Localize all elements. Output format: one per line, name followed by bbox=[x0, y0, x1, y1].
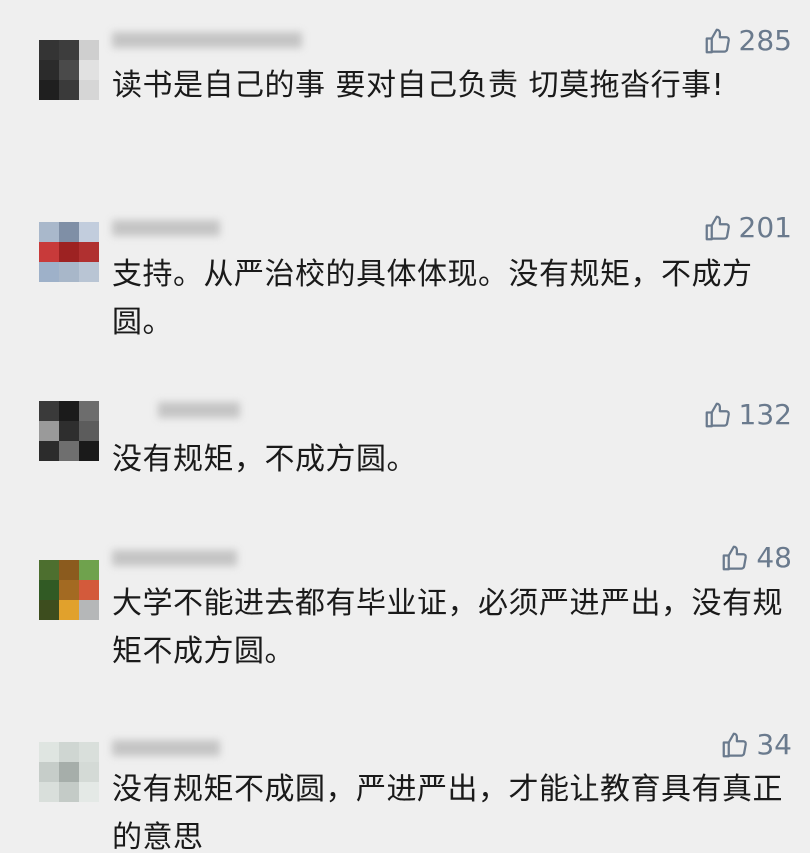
like-button[interactable]: 48 bbox=[720, 543, 792, 573]
avatar[interactable] bbox=[39, 560, 99, 620]
username[interactable] bbox=[112, 740, 220, 756]
comment-text: 读书是自己的事 要对自己负责 切莫拖沓行事! bbox=[112, 68, 725, 103]
avatar[interactable] bbox=[39, 222, 99, 282]
avatar[interactable] bbox=[39, 742, 99, 802]
comment-text: 没有规矩，不成方圆。 bbox=[112, 442, 417, 477]
like-count: 285 bbox=[738, 24, 792, 57]
thumbs-up-icon bbox=[722, 545, 748, 571]
username[interactable] bbox=[112, 32, 302, 48]
like-count: 34 bbox=[756, 728, 792, 761]
like-count: 201 bbox=[738, 211, 792, 244]
username[interactable] bbox=[112, 220, 220, 236]
thumbs-up-icon bbox=[705, 402, 730, 428]
like-count: 132 bbox=[738, 398, 792, 431]
comment-text: 没有规矩不成圆，严进严出，才能让教育具有真正的意思 bbox=[112, 772, 783, 853]
avatar[interactable] bbox=[39, 40, 99, 100]
thumbs-up-icon bbox=[722, 732, 748, 758]
thumbs-up-icon bbox=[705, 28, 730, 54]
thumbs-up-icon bbox=[705, 215, 730, 241]
like-button[interactable]: 132 bbox=[703, 400, 792, 430]
avatar[interactable] bbox=[39, 401, 99, 461]
like-count: 48 bbox=[756, 541, 792, 574]
username[interactable] bbox=[158, 402, 240, 418]
comment-text: 大学不能进去都有毕业证，必须严进严出，没有规矩不成方圆。 bbox=[112, 586, 783, 669]
comment-text: 支持。从严治校的具体体现。没有规矩，不成方圆。 bbox=[112, 257, 753, 340]
username[interactable] bbox=[112, 550, 237, 566]
like-button[interactable]: 201 bbox=[703, 213, 792, 243]
like-button[interactable]: 285 bbox=[703, 26, 792, 56]
like-button[interactable]: 34 bbox=[720, 730, 792, 760]
